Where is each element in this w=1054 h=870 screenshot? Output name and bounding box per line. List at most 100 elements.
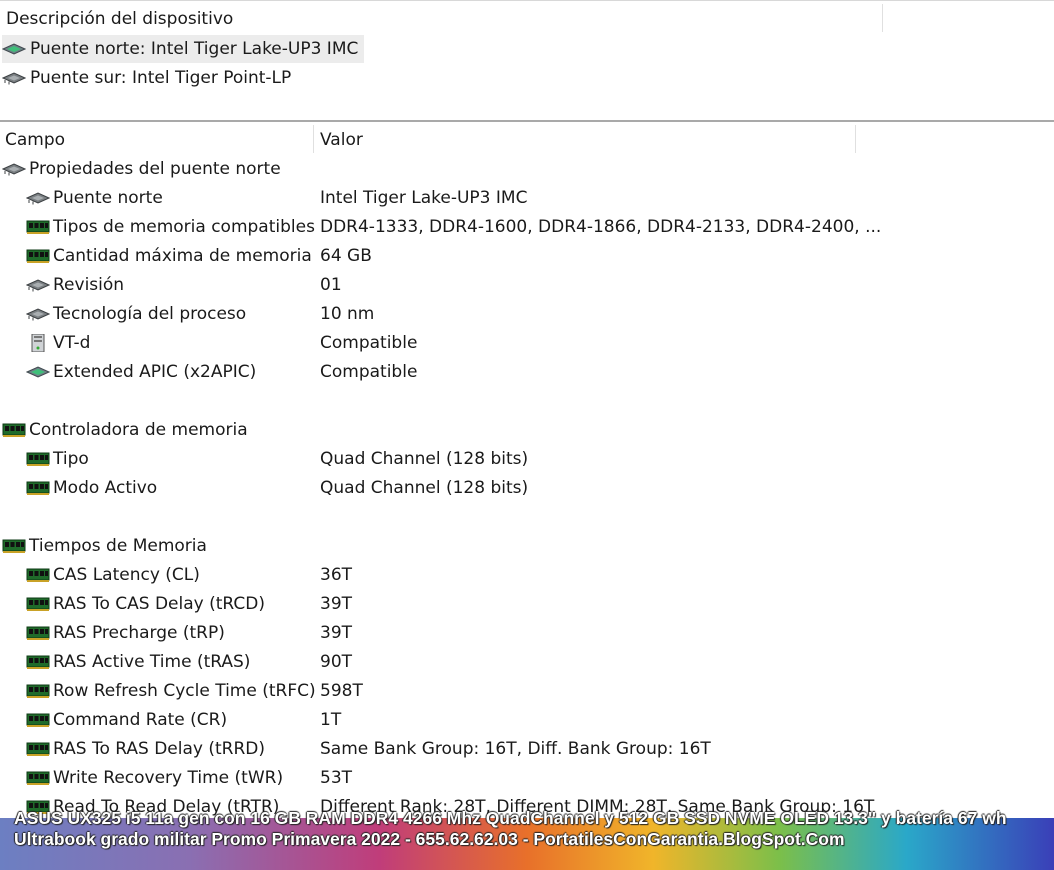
property-field-label: Command Rate (CR) [53, 710, 228, 730]
property-value: Quad Channel (128 bits) [320, 478, 529, 498]
device-description-pane: Descripción del dispositivo Puente norte… [0, 0, 1054, 121]
property-field: RAS Precharge (tRP) [26, 623, 225, 643]
property-value: 39T [320, 594, 353, 614]
property-row[interactable]: Tipos de memoria compatibles DDR4-1333, D… [0, 213, 1054, 242]
property-field-label: RAS Active Time (tRAS) [53, 652, 251, 672]
property-field-label: Puente norte [53, 188, 163, 208]
property-field-label: Extended APIC (x2APIC) [53, 362, 257, 382]
property-row[interactable]: Cantidad máxima de memoria 64 GB [0, 242, 1054, 271]
property-field: RAS Active Time (tRAS) [26, 652, 250, 672]
memory-module-icon [26, 682, 50, 700]
property-field-label: Write Recovery Time (tWR) [53, 768, 284, 788]
property-value: Quad Channel (128 bits) [320, 449, 529, 469]
property-row[interactable]: Tipo Quad Channel (128 bits) [0, 445, 1054, 474]
property-row[interactable]: RAS To CAS Delay (tRCD) 39T [0, 590, 1054, 619]
property-row[interactable]: Tecnología del proceso 10 nm [0, 300, 1054, 329]
chip-green-icon [26, 363, 50, 381]
property-field-label: Tiempos de Memoria [29, 536, 207, 556]
property-field: Cantidad máxima de memoria [26, 246, 312, 266]
property-value: DDR4-1333, DDR4-1600, DDR4-1866, DDR4-21… [320, 217, 882, 237]
property-field: Tipo [26, 449, 89, 469]
property-value: 39T [320, 623, 353, 643]
device-item[interactable]: Puente norte: Intel Tiger Lake-UP3 IMC [2, 35, 365, 63]
column-separator[interactable] [855, 125, 856, 153]
chip-gray-icon [2, 160, 26, 178]
property-field-label: VT-d [53, 333, 91, 353]
property-row[interactable]: Modo Activo Quad Channel (128 bits) [0, 474, 1054, 503]
property-value: 598T [320, 681, 363, 701]
group-header-row[interactable]: Tiempos de Memoria [0, 532, 1054, 561]
memory-module-icon [26, 218, 50, 236]
property-row[interactable]: Extended APIC (x2APIC) Compatible [0, 358, 1054, 387]
property-row[interactable]: Write Recovery Time (tWR) 53T [0, 764, 1054, 793]
memory-module-icon [26, 566, 50, 584]
property-row[interactable]: CAS Latency (CL) 36T [0, 561, 1054, 590]
property-row[interactable]: RAS To RAS Delay (tRRD) Same Bank Group: … [0, 735, 1054, 764]
watermark-banner-text: ASUS UX325 i5 11a gen con 16 GB RAM DDR4… [14, 808, 1007, 849]
property-row[interactable]: Puente norte Intel Tiger Lake-UP3 IMC [0, 184, 1054, 213]
property-field-label: Tipo [53, 449, 89, 469]
column-header-value[interactable]: Valor [320, 130, 363, 150]
list-header: Campo Valor [0, 122, 1054, 155]
device-item[interactable]: Puente sur: Intel Tiger Point-LP [2, 64, 297, 92]
chip-gray-icon [26, 276, 50, 294]
property-row[interactable]: RAS Active Time (tRAS) 90T [0, 648, 1054, 677]
property-value: 1T [320, 710, 342, 730]
memory-module-icon [26, 450, 50, 468]
property-field: Tipos de memoria compatibles [26, 217, 315, 237]
memory-module-icon [26, 769, 50, 787]
property-field: Row Refresh Cycle Time (tRFC) [26, 681, 316, 701]
column-header-field[interactable]: Campo [5, 130, 65, 150]
property-field-label: Modo Activo [53, 478, 158, 498]
property-value: 53T [320, 768, 353, 788]
chip-gray-icon [26, 189, 50, 207]
property-row[interactable]: Revisión 01 [0, 271, 1054, 300]
column-separator[interactable] [882, 4, 883, 32]
memory-module-icon [26, 624, 50, 642]
property-field: Puente norte [26, 188, 163, 208]
property-field-label: Propiedades del puente norte [29, 159, 281, 179]
property-field: Controladora de memoria [2, 420, 248, 440]
property-field: Propiedades del puente norte [2, 159, 281, 179]
property-field: RAS To CAS Delay (tRCD) [26, 594, 265, 614]
property-field-label: Revisión [53, 275, 125, 295]
properties-list-pane: Campo Valor Propiedades del puente norte… [0, 122, 1054, 870]
column-separator[interactable] [313, 125, 314, 153]
property-value: 01 [320, 275, 342, 295]
property-value: Compatible [320, 333, 418, 353]
property-row[interactable]: RAS Precharge (tRP) 39T [0, 619, 1054, 648]
property-field-label: Tipos de memoria compatibles [53, 217, 315, 237]
property-field-label: RAS Precharge (tRP) [53, 623, 225, 643]
device-item-label: Puente norte: Intel Tiger Lake-UP3 IMC [30, 39, 359, 59]
property-field: Command Rate (CR) [26, 710, 227, 730]
chip-gray-icon [26, 305, 50, 323]
device-description-header[interactable]: Descripción del dispositivo [0, 1, 1054, 34]
memory-module-icon [26, 479, 50, 497]
property-field-label: Row Refresh Cycle Time (tRFC) [53, 681, 316, 701]
spacer-row [0, 387, 1054, 416]
property-field: VT-d [26, 333, 90, 353]
property-row[interactable]: Row Refresh Cycle Time (tRFC) 598T [0, 677, 1054, 706]
property-field: Modo Activo [26, 478, 157, 498]
memory-module-icon [2, 537, 26, 555]
property-value: Same Bank Group: 16T, Diff. Bank Group: … [320, 739, 711, 759]
group-header-row[interactable]: Propiedades del puente norte [0, 155, 1054, 184]
property-field: Tiempos de Memoria [2, 536, 207, 556]
property-field: Tecnología del proceso [26, 304, 246, 324]
memory-module-icon [26, 740, 50, 758]
memory-module-icon [26, 595, 50, 613]
property-field: CAS Latency (CL) [26, 565, 200, 585]
property-field-label: CAS Latency (CL) [53, 565, 200, 585]
property-value: 64 GB [320, 246, 372, 266]
property-value: Compatible [320, 362, 418, 382]
property-field-label: Tecnología del proceso [53, 304, 247, 324]
property-row[interactable]: Command Rate (CR) 1T [0, 706, 1054, 735]
chip-green-icon [2, 40, 26, 58]
property-row[interactable]: VT-d Compatible [0, 329, 1054, 358]
property-value: 90T [320, 652, 353, 672]
group-header-row[interactable]: Controladora de memoria [0, 416, 1054, 445]
property-field-label: Controladora de memoria [29, 420, 248, 440]
computer-tower-icon [26, 334, 50, 352]
property-field-label: Cantidad máxima de memoria [53, 246, 312, 266]
property-value: 10 nm [320, 304, 375, 324]
